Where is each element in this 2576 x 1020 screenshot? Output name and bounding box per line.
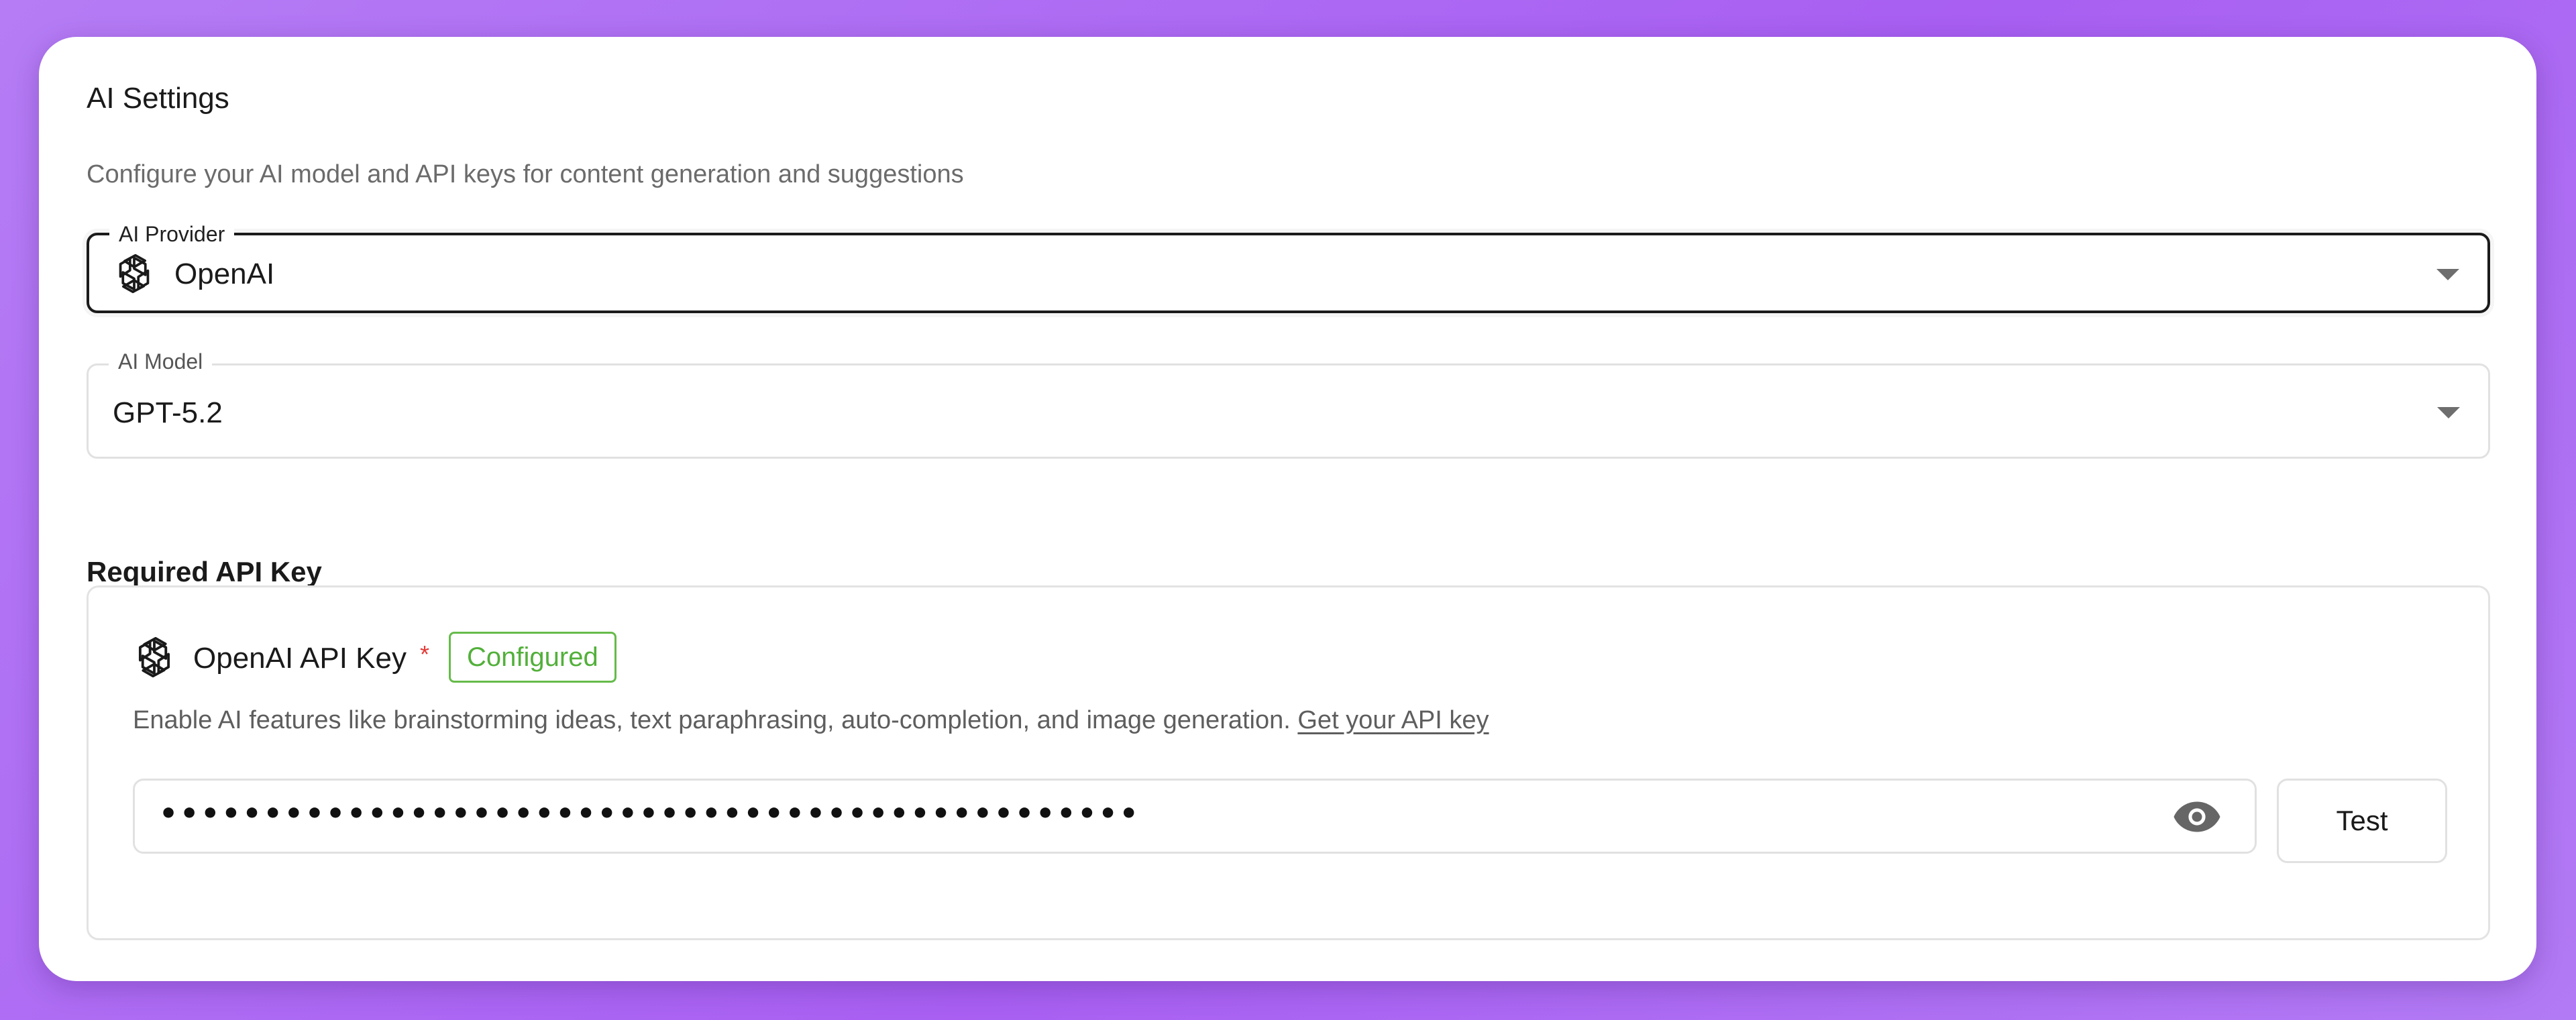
page-title: AI Settings (87, 82, 229, 115)
api-key-description-text: Enable AI features like brainstorming id… (133, 706, 1291, 734)
ai-model-select[interactable]: AI Model GPT-5.2 (87, 348, 2490, 459)
page-subtitle: Configure your AI model and API keys for… (87, 160, 964, 188)
api-key-description: Enable AI features like brainstorming id… (133, 707, 1489, 733)
chevron-down-icon[interactable] (2436, 269, 2459, 280)
openai-logo-icon (138, 636, 170, 678)
api-key-input[interactable]: ••••••••••••••••••••••••••••••••••••••••… (133, 779, 2257, 854)
get-api-key-link[interactable]: Get your API key (1297, 706, 1489, 734)
ai-model-label: AI Model (109, 348, 213, 375)
ai-model-value: GPT-5.2 (113, 396, 223, 429)
api-key-masked-value: ••••••••••••••••••••••••••••••••••••••••… (159, 797, 1140, 831)
status-badge: Configured (449, 632, 616, 683)
required-asterisk: * (420, 640, 430, 668)
eye-icon[interactable] (2173, 801, 2221, 833)
api-key-label: OpenAI API Key (193, 642, 407, 675)
openai-api-key-card: OpenAI API Key * Configured Enable AI fe… (87, 585, 2490, 940)
ai-settings-card: AI Settings Configure your AI model and … (39, 37, 2536, 981)
chevron-down-icon[interactable] (2437, 407, 2460, 418)
section-title-required-api-key: Required API Key (87, 556, 322, 587)
test-button[interactable]: Test (2277, 779, 2447, 863)
ai-provider-label: AI Provider (109, 221, 235, 247)
ai-provider-value: OpenAI (174, 258, 275, 290)
ai-provider-select[interactable]: AI Provider OpenAI (87, 221, 2490, 313)
openai-logo-icon (119, 253, 150, 294)
